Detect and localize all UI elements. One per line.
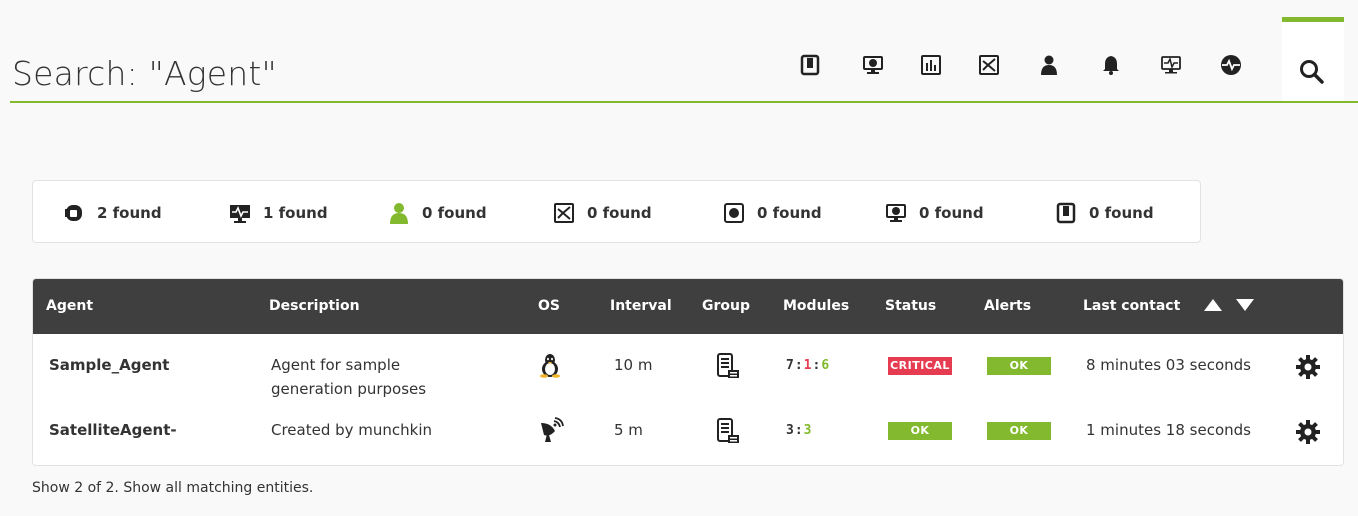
agent-interval: 5 m bbox=[614, 421, 643, 439]
col-last-contact[interactable]: Last contact bbox=[1083, 298, 1180, 314]
search-tab[interactable] bbox=[1282, 17, 1344, 103]
status-badge: CRITICAL bbox=[888, 357, 952, 375]
summary-modules-count: 1 found bbox=[263, 204, 328, 222]
header-divider bbox=[10, 101, 1358, 103]
agent-description: Agent for sample generation purposes bbox=[271, 356, 427, 398]
summary-agents-count: 2 found bbox=[97, 204, 162, 222]
sort-ascending-icon[interactable] bbox=[1204, 299, 1222, 311]
summary-visual-console[interactable]: 0 found bbox=[885, 201, 984, 225]
sort-descending-icon[interactable] bbox=[1236, 299, 1254, 311]
search-summary: 2 found 1 found 0 found 0 found 0 found … bbox=[32, 180, 1201, 243]
agent-name-link[interactable]: SatelliteAgent- bbox=[49, 421, 177, 439]
visual-console-icon[interactable] bbox=[858, 50, 888, 80]
summary-users[interactable]: 0 found bbox=[388, 201, 487, 225]
page-title: Search: "Agent" bbox=[12, 54, 277, 93]
col-agent[interactable]: Agent bbox=[46, 298, 93, 314]
agents-table: Agent Description OS Interval Group Modu… bbox=[32, 278, 1344, 466]
agent-name-link[interactable]: Sample_Agent bbox=[49, 356, 169, 374]
modules-ok: 6 bbox=[821, 358, 831, 373]
summary-visual-console-count: 0 found bbox=[919, 204, 984, 222]
summary-modules[interactable]: 1 found bbox=[229, 201, 328, 225]
summary-maps-count: 0 found bbox=[587, 204, 652, 222]
col-alerts[interactable]: Alerts bbox=[984, 298, 1031, 314]
server-group-icon[interactable] bbox=[715, 353, 741, 379]
last-contact: 8 minutes 03 seconds bbox=[1086, 356, 1251, 374]
modules-total: 7 bbox=[786, 358, 795, 373]
reports-icon[interactable] bbox=[795, 50, 825, 80]
summary-reports[interactable]: 0 found bbox=[1055, 201, 1154, 225]
maps-icon[interactable] bbox=[974, 50, 1004, 80]
gear-icon[interactable] bbox=[1295, 354, 1321, 380]
search-icon bbox=[1300, 60, 1324, 84]
table-row: SatelliteAgent- Created by munchkin 5 m … bbox=[33, 409, 1343, 455]
col-modules[interactable]: Modules bbox=[783, 298, 849, 314]
maps-icon bbox=[554, 203, 574, 223]
modules-summary: 3:3 bbox=[786, 423, 813, 438]
modules-icon[interactable] bbox=[1156, 50, 1186, 80]
col-os[interactable]: OS bbox=[538, 298, 560, 314]
graphs-icon[interactable] bbox=[916, 50, 946, 80]
table-header: Agent Description OS Interval Group Modu… bbox=[33, 279, 1343, 334]
server-group-icon[interactable] bbox=[715, 418, 741, 444]
agent-status-icon[interactable] bbox=[1216, 50, 1246, 80]
alerts-badge: OK bbox=[987, 422, 1051, 440]
col-status[interactable]: Status bbox=[885, 298, 936, 314]
col-interval[interactable]: Interval bbox=[610, 298, 672, 314]
status-badge: OK bbox=[888, 422, 952, 440]
modules-total: 3 bbox=[786, 423, 795, 438]
alerts-badge: OK bbox=[987, 357, 1051, 375]
results-footer[interactable]: Show 2 of 2. Show all matching entities. bbox=[32, 480, 313, 496]
summary-maps[interactable]: 0 found bbox=[553, 201, 652, 225]
alerts-icon[interactable] bbox=[1096, 50, 1126, 80]
col-group[interactable]: Group bbox=[702, 298, 750, 314]
modules-icon bbox=[230, 205, 250, 223]
linux-icon bbox=[537, 352, 563, 378]
modules-summary: 7:1:6 bbox=[786, 358, 831, 373]
summary-reports-count: 0 found bbox=[1089, 204, 1154, 222]
summary-reports-globe-count: 0 found bbox=[757, 204, 822, 222]
agent-interval: 10 m bbox=[614, 356, 653, 374]
summary-agents[interactable]: 2 found bbox=[63, 201, 162, 225]
page-header: Search: "Agent" bbox=[0, 0, 1358, 104]
gear-icon[interactable] bbox=[1295, 419, 1321, 445]
reports-icon bbox=[1056, 202, 1076, 224]
summary-users-count: 0 found bbox=[422, 204, 487, 222]
modules-ok: 3 bbox=[803, 423, 813, 438]
agent-description: Created by munchkin bbox=[271, 421, 433, 439]
summary-reports-globe[interactable]: 0 found bbox=[723, 201, 822, 225]
reports-globe-icon bbox=[724, 203, 744, 223]
agents-icon bbox=[65, 205, 82, 221]
last-contact: 1 minutes 18 seconds bbox=[1086, 421, 1251, 439]
col-description[interactable]: Description bbox=[269, 298, 360, 314]
satellite-icon bbox=[538, 417, 564, 443]
table-row: Sample_Agent Agent for sample generation… bbox=[33, 334, 1343, 409]
users-icon[interactable] bbox=[1034, 50, 1064, 80]
users-icon bbox=[390, 203, 408, 224]
visual-console-icon bbox=[886, 204, 906, 222]
